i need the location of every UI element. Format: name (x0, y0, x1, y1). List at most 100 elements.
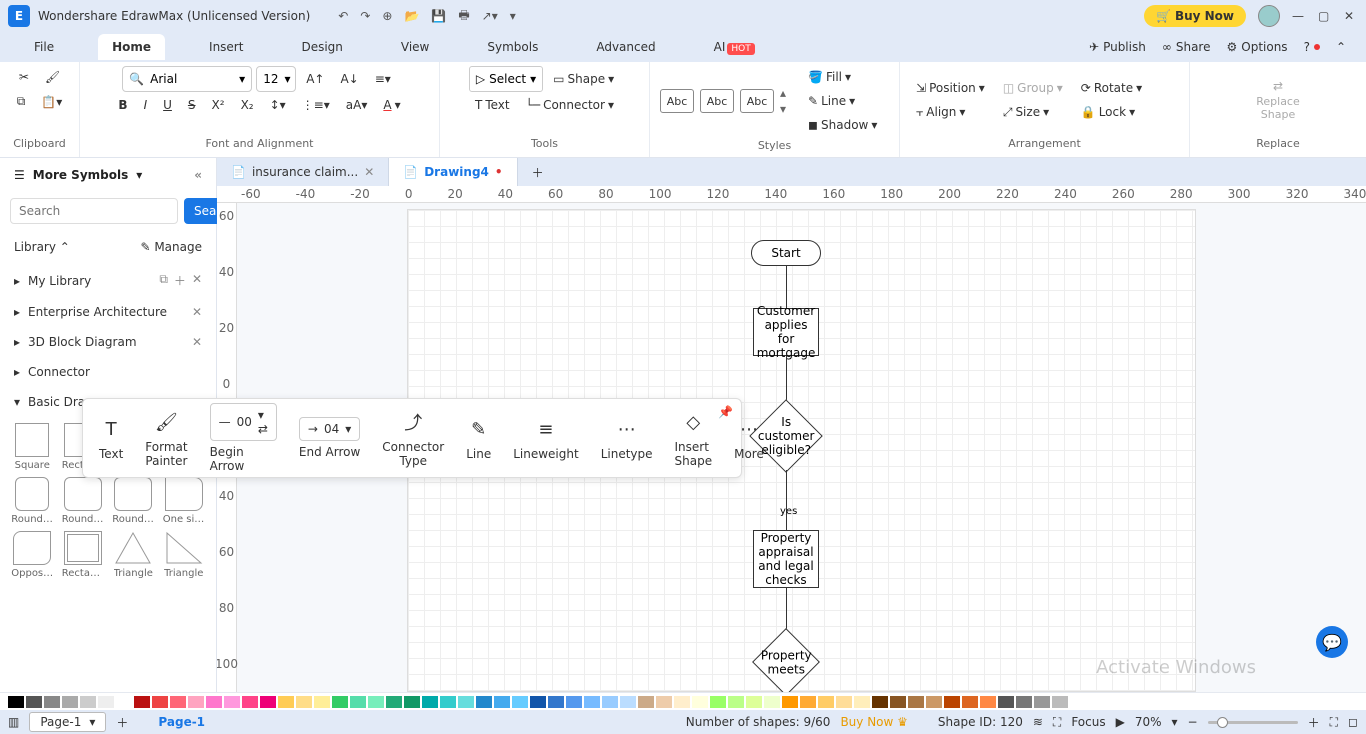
style-chip-2[interactable]: Abc (700, 89, 734, 113)
lib-close-icon[interactable]: ✕ (192, 305, 202, 319)
ft-lineweight[interactable]: ≡Lineweight (507, 415, 584, 461)
color-swatch[interactable] (512, 696, 528, 708)
color-swatch[interactable] (710, 696, 726, 708)
color-swatch[interactable] (656, 696, 672, 708)
page-tab[interactable]: Page-1 (158, 715, 205, 729)
spacing-icon[interactable]: ↕▾ (264, 94, 292, 116)
page-select[interactable]: Page-1 ▾ (29, 712, 106, 732)
fill-button[interactable]: 🪣 Fill▾ (802, 66, 883, 88)
menu-design[interactable]: Design (287, 34, 356, 60)
format-painter-icon[interactable]: 🖌 (39, 66, 66, 88)
tab-insurance[interactable]: 📄 insurance claim... ✕ (217, 158, 389, 186)
paste-icon[interactable]: 📋▾ (35, 91, 68, 113)
color-swatch[interactable] (872, 696, 888, 708)
fc-appraisal[interactable]: Property appraisal and legal checks (753, 530, 819, 588)
ft-line[interactable]: ✎Line (460, 415, 497, 461)
ft-pin-icon[interactable]: 📌 (718, 405, 733, 419)
qat-more-icon[interactable]: ▾ (510, 9, 516, 23)
style-down-icon[interactable]: ▾ (780, 102, 786, 116)
color-swatch[interactable] (134, 696, 150, 708)
color-swatch[interactable] (782, 696, 798, 708)
grow-font-icon[interactable]: A↑ (300, 68, 330, 90)
position-button[interactable]: ⇲ Position▾ (910, 77, 991, 99)
color-swatch[interactable] (296, 696, 312, 708)
new-icon[interactable]: ⊕ (382, 9, 392, 23)
color-swatch[interactable] (566, 696, 582, 708)
style-up-icon[interactable]: ▴ (780, 86, 786, 100)
fc-meets[interactable]: Property meets (752, 628, 820, 692)
menu-insert[interactable]: Insert (195, 34, 257, 60)
color-swatch[interactable] (44, 696, 60, 708)
group-button[interactable]: ◫ Group▾ (997, 77, 1069, 99)
color-swatch[interactable] (908, 696, 924, 708)
underline-icon[interactable]: U (157, 94, 178, 116)
color-swatch[interactable] (260, 696, 276, 708)
pages-icon[interactable]: ▥ (8, 715, 19, 729)
ft-more[interactable]: ⋯More (728, 415, 770, 461)
tab-drawing4[interactable]: 📄 Drawing4 • (389, 158, 517, 186)
color-swatch[interactable] (116, 696, 132, 708)
select-tool[interactable]: ▷ Select ▾ (469, 66, 543, 92)
color-swatch[interactable] (620, 696, 636, 708)
shape-rnd3[interactable] (114, 477, 152, 511)
shape-rect2[interactable] (64, 531, 102, 565)
size-button[interactable]: ⤢ Size▾ (997, 101, 1069, 124)
lib-close-icon[interactable]: ✕ (192, 335, 202, 349)
case-icon[interactable]: aA▾ (340, 94, 374, 116)
hamburger-icon[interactable]: ☰ (14, 168, 25, 182)
maximize-icon[interactable]: ▢ (1318, 9, 1332, 23)
ft-insert-shape[interactable]: ◇Insert Shape (669, 408, 719, 468)
color-swatch[interactable] (854, 696, 870, 708)
print-icon[interactable]: 🖶 (458, 6, 469, 27)
color-swatch[interactable] (1016, 696, 1032, 708)
publish-button[interactable]: ✈ Publish (1089, 40, 1146, 54)
color-swatch[interactable] (548, 696, 564, 708)
cut-icon[interactable]: ✂ (13, 66, 35, 88)
shape-oneside[interactable] (165, 477, 203, 511)
buy-now-button[interactable]: 🛒 Buy Now (1144, 5, 1246, 27)
copy-icon[interactable]: ⧉ (11, 90, 32, 113)
color-swatch[interactable] (980, 696, 996, 708)
color-swatch[interactable] (764, 696, 780, 708)
save-icon[interactable]: 💾 (431, 9, 446, 23)
font-name-select[interactable]: 🔍 Arial▾ (122, 66, 252, 92)
superscript-icon[interactable]: X² (206, 94, 231, 116)
rotate-button[interactable]: ⟳ Rotate▾ (1075, 77, 1148, 99)
style-chip-1[interactable]: Abc (660, 89, 694, 113)
color-swatch[interactable] (386, 696, 402, 708)
shape-square[interactable] (15, 423, 49, 457)
lib-connector[interactable]: ▸ Connector (0, 357, 216, 387)
minimize-icon[interactable]: — (1292, 9, 1306, 23)
fc-apply[interactable]: Customer applies for mortgage (753, 308, 819, 356)
color-swatch[interactable] (746, 696, 762, 708)
text-tool[interactable]: T Text (469, 94, 516, 116)
ft-format-painter[interactable]: 🖌Format Painter (139, 408, 193, 468)
color-swatch[interactable] (962, 696, 978, 708)
replace-shape-icon[interactable]: ⇄ (1273, 79, 1283, 93)
color-swatch[interactable] (674, 696, 690, 708)
undo-icon[interactable]: ↶ (338, 9, 348, 23)
color-swatch[interactable] (800, 696, 816, 708)
shadow-button[interactable]: ◼ Shadow▾ (802, 114, 883, 136)
color-swatch[interactable] (152, 696, 168, 708)
color-swatch[interactable] (332, 696, 348, 708)
color-swatch[interactable] (584, 696, 600, 708)
line-button[interactable]: ✎ Line▾ (802, 90, 883, 112)
color-swatch[interactable] (188, 696, 204, 708)
font-size-select[interactable]: 12 ▾ (256, 66, 296, 92)
fc-start[interactable]: Start (751, 240, 821, 266)
color-swatch[interactable] (1034, 696, 1050, 708)
color-swatch[interactable] (278, 696, 294, 708)
tab-close-icon[interactable]: ✕ (364, 165, 374, 179)
ft-begin-arrow[interactable]: — 00 ▾ ⇄Begin Arrow (204, 403, 283, 473)
ft-connector-type[interactable]: ⤴Connector Type (376, 408, 450, 468)
color-swatch[interactable] (638, 696, 654, 708)
share-button[interactable]: ∞ Share (1162, 40, 1211, 54)
shape-rnd1[interactable] (15, 477, 49, 511)
color-swatch[interactable] (242, 696, 258, 708)
color-swatch[interactable] (98, 696, 114, 708)
lib-enterprise[interactable]: ▸ Enterprise Architecture✕ (0, 297, 216, 327)
color-swatch[interactable] (314, 696, 330, 708)
open-icon[interactable]: 📂 (404, 9, 419, 23)
options-button[interactable]: ⚙ Options (1226, 40, 1287, 54)
